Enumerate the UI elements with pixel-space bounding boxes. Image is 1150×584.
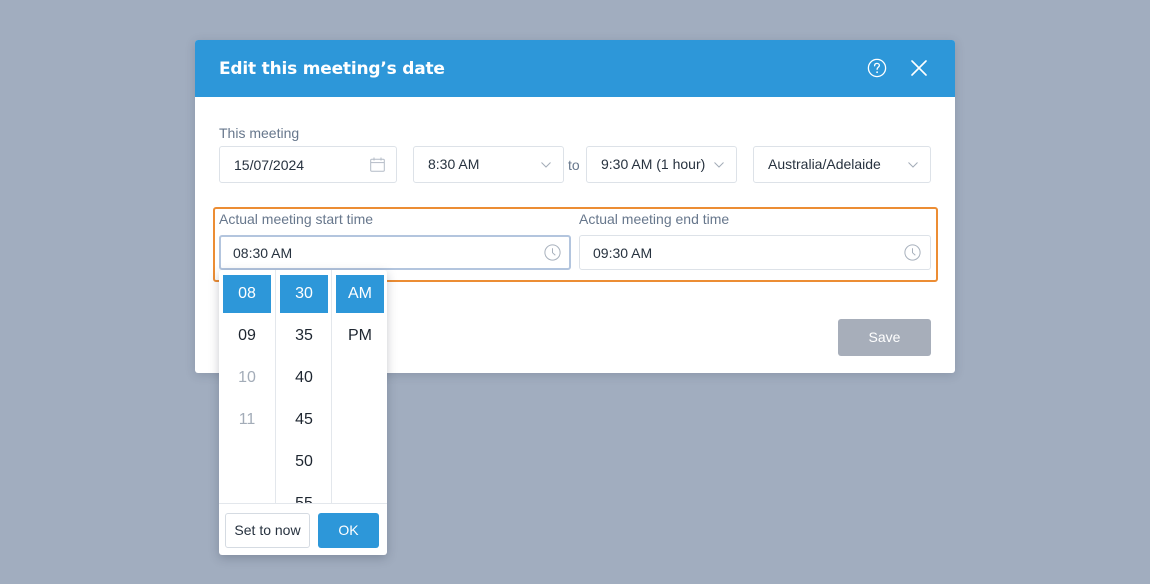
- period-option[interactable]: AM: [336, 275, 384, 313]
- minute-column[interactable]: 30 35 40 45 50 55: [276, 270, 331, 503]
- actual-end-input[interactable]: 09:30 AM: [579, 235, 931, 270]
- minute-option[interactable]: 45: [280, 401, 328, 439]
- modal-header: Edit this meeting’s date: [195, 40, 955, 97]
- clock-icon[interactable]: [544, 244, 561, 261]
- hour-option[interactable]: 11: [223, 401, 271, 439]
- hour-option[interactable]: 10: [223, 359, 271, 397]
- actual-end-label: Actual meeting end time: [579, 211, 730, 227]
- ok-button[interactable]: OK: [318, 513, 379, 548]
- clock-icon[interactable]: [904, 244, 921, 261]
- hour-column[interactable]: 08 09 10 11: [219, 270, 275, 503]
- end-time-select[interactable]: 9:30 AM (1 hour): [586, 146, 737, 183]
- actual-start-label: Actual meeting start time: [219, 211, 374, 227]
- timezone-value: Australia/Adelaide: [768, 156, 881, 172]
- end-time-value: 9:30 AM (1 hour): [601, 156, 706, 172]
- minute-option[interactable]: 55: [280, 485, 328, 503]
- save-button[interactable]: Save: [838, 319, 931, 356]
- chevron-down-icon: [908, 162, 918, 168]
- period-option[interactable]: PM: [336, 317, 384, 355]
- period-column[interactable]: AM PM: [332, 270, 387, 503]
- close-icon[interactable]: [911, 60, 927, 76]
- set-to-now-button[interactable]: Set to now: [225, 513, 310, 548]
- minute-option[interactable]: 50: [280, 443, 328, 481]
- modal-title: Edit this meeting’s date: [219, 59, 445, 79]
- picker-footer: Set to now OK: [219, 503, 387, 555]
- actual-start-value: 08:30 AM: [233, 245, 293, 261]
- minute-option[interactable]: 35: [280, 317, 328, 355]
- actual-start-input[interactable]: 08:30 AM: [219, 235, 571, 270]
- calendar-icon[interactable]: [370, 157, 385, 172]
- to-label: to: [568, 157, 580, 173]
- timezone-select[interactable]: Australia/Adelaide: [753, 146, 931, 183]
- minute-option[interactable]: 30: [280, 275, 328, 313]
- this-meeting-label: This meeting: [219, 125, 300, 141]
- actual-end-value: 09:30 AM: [593, 245, 653, 261]
- date-field[interactable]: 15/07/2024: [219, 146, 397, 183]
- time-picker-dropdown: 08 09 10 11 30 35 40 45 50 55 AM PM Set …: [219, 270, 387, 555]
- start-time-value: 8:30 AM: [428, 156, 480, 172]
- chevron-down-icon: [714, 162, 724, 168]
- help-icon[interactable]: [867, 58, 887, 78]
- start-time-select[interactable]: 8:30 AM: [413, 146, 564, 183]
- hour-option[interactable]: 08: [223, 275, 271, 313]
- chevron-down-icon: [541, 162, 551, 168]
- minute-option[interactable]: 40: [280, 359, 328, 397]
- hour-option[interactable]: 09: [223, 317, 271, 355]
- date-value: 15/07/2024: [234, 157, 305, 173]
